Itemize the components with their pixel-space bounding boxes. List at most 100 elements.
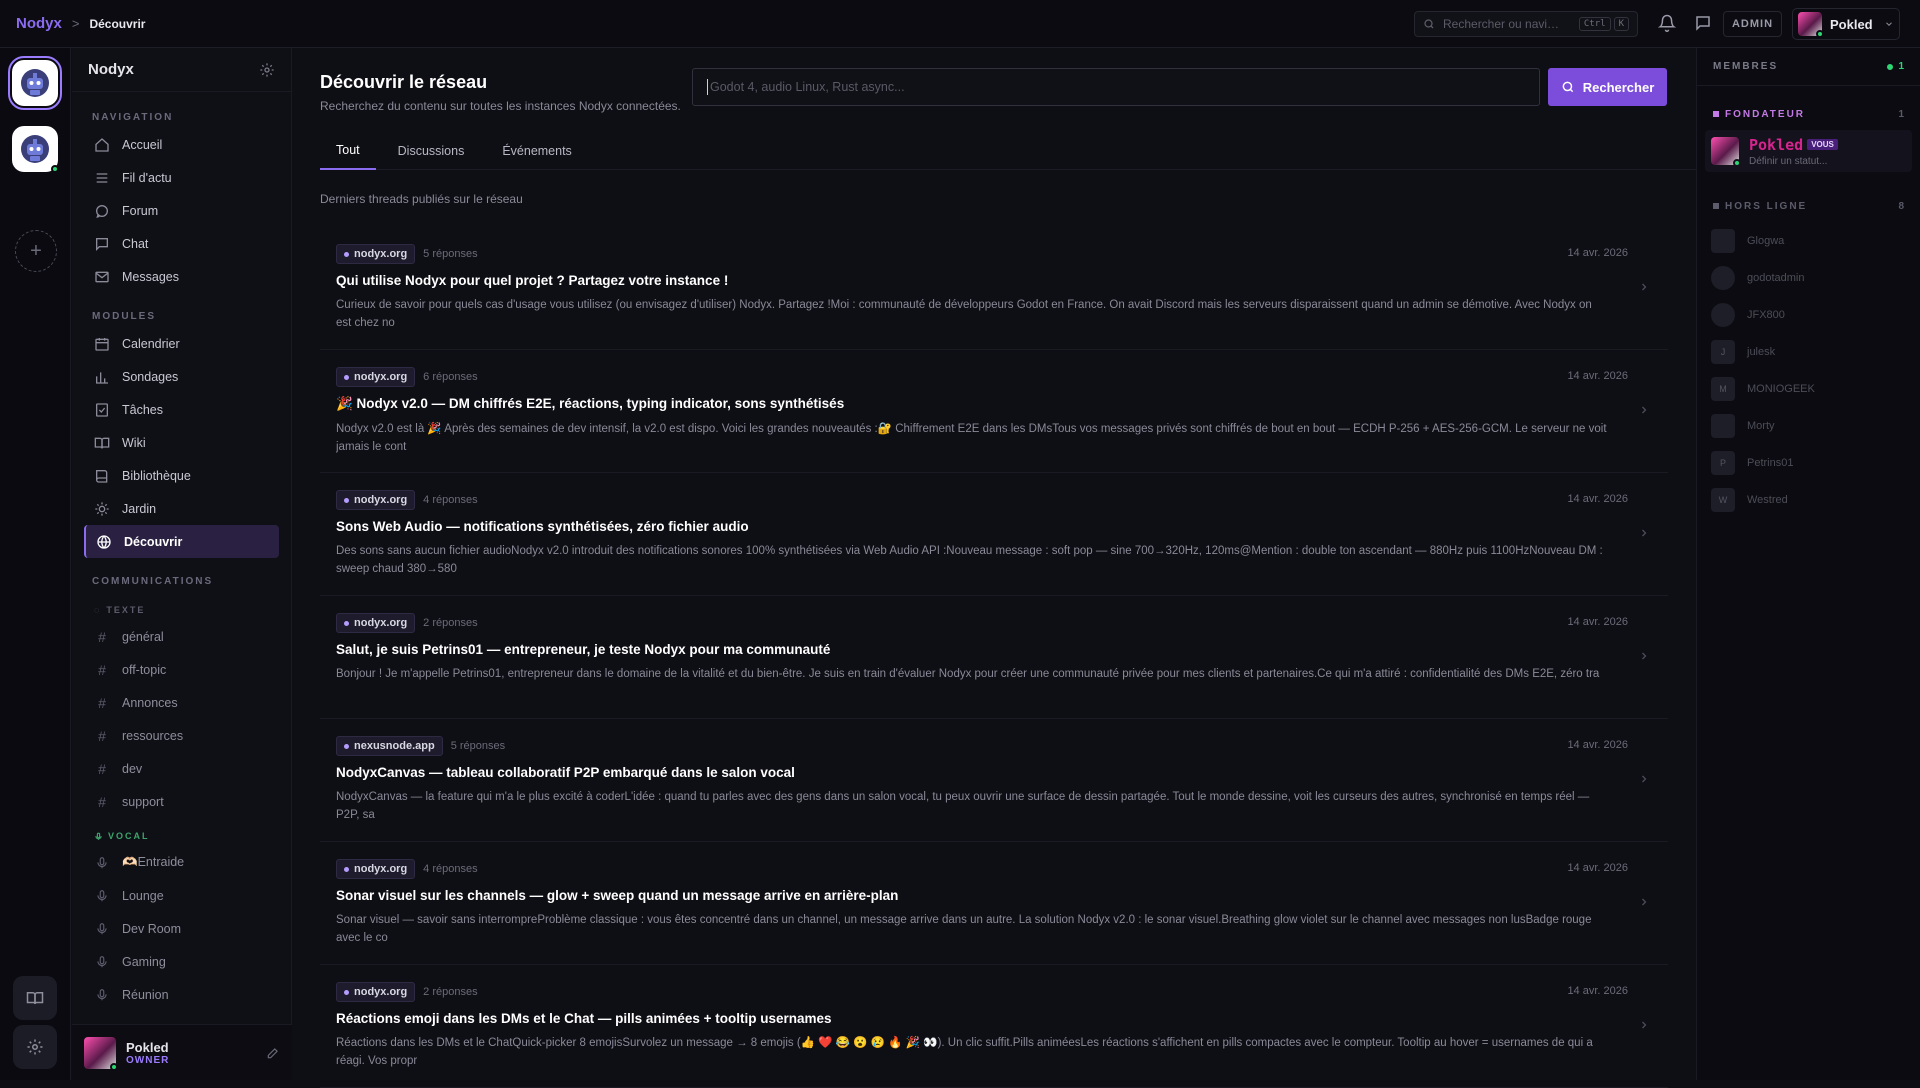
online-indicator (51, 165, 59, 173)
library-icon (96, 469, 108, 483)
sidebar-header: Nodyx (72, 48, 291, 92)
reply-count: 2 réponses (423, 986, 478, 998)
channel-off-topic[interactable]: # off-topic (84, 653, 279, 686)
sidebar-item-chat[interactable]: Chat (84, 227, 279, 260)
instance-badge[interactable]: nodyx.org (336, 982, 416, 1002)
thread-title[interactable]: 🎉 Nodyx v2.0 — DM chiffrés E2E, réaction… (336, 396, 1608, 412)
hash-icon: # (98, 628, 106, 645)
member-item[interactable]: Morty (1697, 407, 1920, 444)
server-secondary[interactable] (12, 126, 59, 173)
channel-ressources[interactable]: # ressources (84, 719, 279, 752)
sidebar-item-fil[interactable]: Fil d'actu (84, 161, 279, 194)
online-count: 1 (1887, 61, 1904, 72)
thread-title[interactable]: Salut, je suis Petrins01 — entrepreneur,… (336, 642, 1608, 657)
instance-badge[interactable]: nodyx.org (336, 367, 416, 387)
thread-title[interactable]: Sons Web Audio — notifications synthétis… (336, 519, 1608, 534)
thread-title[interactable]: NodyxCanvas — tableau collaboratif P2P e… (336, 765, 1608, 780)
network-search-input[interactable]: Godot 4, audio Linux, Rust async... (692, 68, 1540, 106)
thread-card[interactable]: nexusnode.app 5 réponses 14 avr. 2026 Nod… (320, 719, 1668, 842)
add-server-button[interactable]: + (15, 230, 57, 272)
chevron-right-icon (1642, 898, 1647, 906)
thread-card[interactable]: nodyx.org 6 réponses 14 avr. 2026 🎉 Nodyx… (320, 350, 1668, 473)
tab-tout[interactable]: Tout (320, 132, 376, 170)
member-item[interactable]: P Petrins01 (1697, 444, 1920, 481)
sidebar-item-accueil[interactable]: Accueil (84, 128, 279, 161)
founder-group-header: FONDATEUR 1 (1697, 104, 1920, 124)
thread-card[interactable]: nodyx.org 2 réponses 14 avr. 2026 Réactio… (320, 965, 1668, 1088)
server-nodyx[interactable] (8, 56, 62, 110)
thread-excerpt: Réactions dans les DMs et le ChatQuick-p… (336, 1037, 1593, 1067)
channel-general[interactable]: # général (84, 620, 279, 653)
tab-evenements[interactable]: Événements (486, 132, 587, 170)
instance-badge[interactable]: nexusnode.app (336, 736, 443, 756)
member-item[interactable]: JFX800 (1697, 296, 1920, 333)
instance-badge[interactable]: nodyx.org (336, 859, 416, 879)
channel-annonces[interactable]: # Annonces (84, 686, 279, 719)
admin-button[interactable]: ADMIN (1723, 11, 1782, 37)
thread-title[interactable]: Réactions emoji dans les DMs et le Chat … (336, 1011, 1608, 1026)
user-menu-button[interactable]: Pokled (1792, 8, 1900, 40)
library-button[interactable] (13, 976, 57, 1020)
member-item[interactable]: W Westred (1697, 481, 1920, 518)
chat-bubble-icon: ◌ (94, 605, 102, 615)
bell-icon[interactable] (1658, 14, 1676, 32)
member-item[interactable]: M MONIOGEEK (1697, 370, 1920, 407)
thread-excerpt: Curieux de savoir pour quels cas d'usage… (336, 299, 1592, 329)
voice-channel-entraide[interactable]: 🫶🏻Entraide (84, 846, 279, 879)
set-status-link[interactable]: Définir un statut... (1749, 156, 1838, 167)
member-item[interactable]: godotadmin (1697, 259, 1920, 296)
sidebar-item-calendrier[interactable]: Calendrier (84, 327, 279, 360)
reply-count: 4 réponses (423, 494, 478, 506)
sidebar-item-messages[interactable]: Messages (84, 260, 279, 293)
sidebar-item-decouvrir[interactable]: Découvrir (84, 525, 279, 558)
channel-label: Dev Room (122, 921, 182, 936)
instance-badge[interactable]: nodyx.org (336, 244, 416, 264)
thread-card[interactable]: nodyx.org 4 réponses 14 avr. 2026 Sonar v… (320, 842, 1668, 965)
brand-link[interactable]: Nodyx (16, 15, 62, 32)
member-item-self[interactable]: Pokled VOUS Définir un statut... (1705, 130, 1912, 172)
user-panel: Pokled OWNER (72, 1024, 292, 1080)
microphone-icon (97, 955, 107, 967)
online-indicator (1733, 159, 1741, 167)
channel-label: général (122, 629, 164, 644)
thread-card[interactable]: nodyx.org 5 réponses 14 avr. 2026 Qui uti… (320, 227, 1668, 350)
thread-card[interactable]: nodyx.org 4 réponses 14 avr. 2026 Sons We… (320, 473, 1668, 596)
edit-icon[interactable] (266, 1046, 280, 1060)
tab-discussions[interactable]: Discussions (382, 132, 481, 170)
thread-title[interactable]: Qui utilise Nodyx pour quel projet ? Par… (336, 273, 1608, 288)
online-indicator (1816, 30, 1824, 38)
messages-icon[interactable] (1694, 14, 1712, 32)
sidebar-item-sondages[interactable]: Sondages (84, 360, 279, 393)
voice-channel-dev-room[interactable]: Dev Room (84, 912, 279, 945)
search-button[interactable]: Rechercher (1548, 68, 1667, 106)
settings-button[interactable] (13, 1025, 57, 1069)
book-icon (26, 992, 44, 1005)
thread-card[interactable]: nodyx.org 2 réponses 14 avr. 2026 Salut, … (320, 596, 1668, 719)
sidebar-item-taches[interactable]: Tâches (84, 393, 279, 426)
thread-title[interactable]: Sonar visuel sur les channels — glow + s… (336, 888, 1608, 903)
garden-icon (95, 501, 109, 516)
sidebar-item-wiki[interactable]: Wiki (84, 426, 279, 459)
sidebar-item-jardin[interactable]: Jardin (84, 492, 279, 525)
channel-support[interactable]: # support (84, 785, 279, 818)
sidebar-item-label: Bibliothèque (122, 468, 191, 483)
members-title: MEMBRES (1713, 61, 1779, 72)
kbd-ctrl: Ctrl (1578, 17, 1611, 31)
voice-channel-lounge[interactable]: Lounge (84, 879, 279, 912)
gear-icon[interactable] (259, 62, 275, 78)
voice-channel-gaming[interactable]: Gaming (84, 945, 279, 978)
channel-dev[interactable]: # dev (84, 752, 279, 785)
member-item[interactable]: Glogwa (1697, 222, 1920, 259)
instance-badge[interactable]: nodyx.org (336, 613, 416, 633)
member-item[interactable]: Jjulesk (1697, 333, 1920, 370)
robot-logo-icon (21, 135, 49, 163)
avatar[interactable] (84, 1036, 118, 1071)
sidebar-item-forum[interactable]: Forum (84, 194, 279, 227)
feed-icon (96, 172, 108, 183)
global-search-input[interactable]: Rechercher ou navi… Ctrl K (1414, 11, 1638, 37)
sidebar-item-bibliotheque[interactable]: Bibliothèque (84, 459, 279, 492)
discover-icon (97, 534, 111, 549)
voice-channel-reunion[interactable]: Réunion (84, 978, 279, 1011)
founder-group-count: 1 (1898, 108, 1904, 120)
instance-badge[interactable]: nodyx.org (336, 490, 416, 510)
